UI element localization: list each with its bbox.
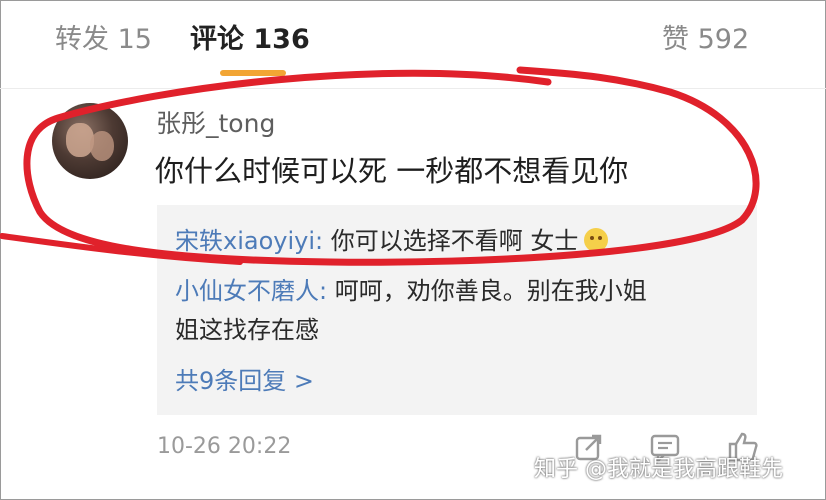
- red-annotation-circle: [0, 66, 760, 266]
